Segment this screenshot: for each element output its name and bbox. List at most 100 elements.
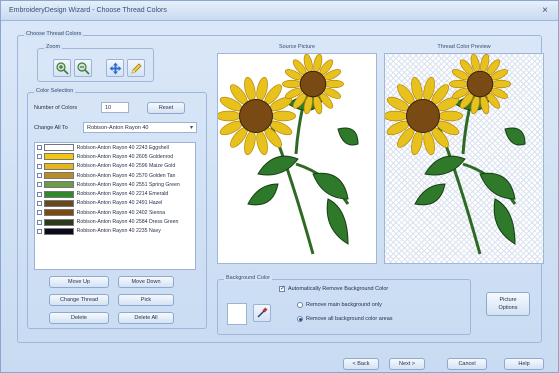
thread-row[interactable]: Robison-Anton Rayon 40 2243 Eggshell (35, 143, 195, 152)
thread-row[interactable]: Robison-Anton Rayon 40 2551 Spring Green (35, 180, 195, 189)
petal-shape (449, 79, 469, 89)
picture-options-button[interactable]: Picture Options (486, 292, 530, 316)
leaf-shape (493, 198, 516, 245)
chevron-down-icon[interactable]: ▾ (190, 124, 193, 131)
close-icon[interactable]: × (542, 5, 548, 16)
thread-checkbox[interactable] (37, 173, 42, 179)
thread-swatch (43, 153, 74, 161)
zoom-out-button[interactable] (74, 59, 92, 77)
thread-name: Robison-Anton Rayon 40 2402 Sienna (76, 209, 166, 216)
thread-checkbox[interactable] (37, 191, 42, 197)
thread-checkbox[interactable] (37, 163, 42, 169)
eyedropper-button[interactable] (253, 304, 271, 322)
thread-name: Robison-Anton Rayon 40 2551 Spring Green (76, 181, 180, 188)
change-all-to-value: Robison-Anton Rayon 40 (87, 125, 149, 131)
petal-shape (438, 110, 463, 122)
flower-center (406, 99, 440, 133)
thread-checkbox[interactable] (37, 182, 42, 188)
thread-list[interactable]: Robison-Anton Rayon 40 2243 Eggshell Robi… (34, 142, 196, 270)
title-bar: EmbroideryDesign Wizard - Choose Thread … (1, 1, 558, 21)
petal-shape (271, 110, 296, 122)
thread-name: Robison-Anton Rayon 40 2596 Maize Gold (76, 163, 176, 170)
radio-icon (297, 302, 303, 308)
thread-swatch (43, 209, 74, 217)
delete-all-button[interactable]: Delete All (118, 312, 174, 324)
thread-name: Robison-Anton Rayon 40 2235 Navy (76, 228, 161, 235)
auto-remove-checkbox[interactable]: ✓ Automatically Remove Background Color (279, 286, 388, 292)
thread-row[interactable]: Robison-Anton Rayon 40 2402 Sienna (35, 208, 195, 217)
picture-options-label-2: Options (498, 305, 518, 311)
delete-button[interactable]: Delete (49, 312, 109, 324)
pencil-button[interactable] (127, 59, 145, 77)
color-selection-label: Color Selection (34, 88, 76, 94)
reset-button[interactable]: Reset (147, 102, 185, 114)
zoom-group: Zoom (37, 44, 154, 82)
pick-button[interactable]: Pick (118, 294, 174, 306)
thread-swatch (43, 199, 74, 207)
wizard-window: EmbroideryDesign Wizard - Choose Thread … (0, 0, 559, 373)
change-thread-button[interactable]: Change Thread (49, 294, 109, 306)
leaf-shape (326, 198, 349, 245)
thread-swatch (43, 144, 74, 152)
move-up-button[interactable]: Move Up (49, 276, 109, 288)
change-all-to-dropdown[interactable]: Robison-Anton Rayon 40 ▾ (83, 122, 197, 133)
remove-main-radio[interactable]: Remove main background only (297, 302, 382, 308)
zoom-out-icon (76, 61, 90, 75)
leaf-shape (504, 127, 526, 146)
change-all-to-label: Change All To (34, 125, 68, 131)
back-button[interactable]: < Back (343, 358, 379, 370)
thread-name: Robison-Anton Rayon 40 2491 Hazel (76, 200, 163, 207)
source-picture-title: Source Picture (278, 44, 316, 50)
zoom-label: Zoom (44, 44, 63, 50)
thread-name: Robison-Anton Rayon 40 2570 Golden Tan (76, 172, 176, 179)
background-color-label: Background Color (224, 275, 273, 281)
number-of-colors-field[interactable]: 10 (101, 102, 129, 113)
move-down-button[interactable]: Move Down (118, 276, 174, 288)
flower-center (239, 99, 273, 133)
petal-shape (491, 79, 511, 89)
remove-main-label: Remove main background only (306, 302, 382, 308)
zoom-in-icon (55, 61, 69, 75)
thread-name: Robison-Anton Rayon 40 2243 Eggshell (76, 144, 169, 151)
auto-remove-check-icon: ✓ (279, 286, 286, 292)
thread-swatch (43, 181, 74, 189)
thread-checkbox[interactable] (37, 145, 42, 151)
remove-all-radio[interactable]: Remove all background color areas (297, 316, 393, 322)
thread-row[interactable]: Robison-Anton Rayon 40 2570 Golden Tan (35, 171, 195, 180)
next-button[interactable]: Next > (389, 358, 425, 370)
thread-row[interactable]: Robison-Anton Rayon 40 2605 Goldenrod (35, 152, 195, 161)
zoom-in-button[interactable] (53, 59, 71, 77)
auto-remove-label: Automatically Remove Background Color (288, 286, 389, 292)
leaf-shape (247, 183, 279, 206)
thread-row[interactable]: Robison-Anton Rayon 40 2235 Navy (35, 227, 195, 236)
petal-shape (282, 79, 302, 89)
pan-icon (109, 62, 121, 74)
petal-shape (218, 110, 241, 122)
thread-checkbox[interactable] (37, 200, 42, 206)
pencil-icon (130, 62, 142, 74)
thread-preview-panel[interactable] (384, 53, 544, 264)
thread-preview-image (385, 54, 526, 255)
thread-checkbox[interactable] (37, 154, 42, 160)
thread-checkbox[interactable] (37, 210, 42, 216)
leaf-shape (312, 172, 349, 200)
cancel-button[interactable]: Cancel (447, 358, 487, 370)
thread-row[interactable]: Robison-Anton Rayon 40 2214 Emerald (35, 189, 195, 198)
picture-options-label-1: Picture (499, 297, 517, 303)
thread-row[interactable]: Robison-Anton Rayon 40 2584 Dress Green (35, 217, 195, 226)
thread-name: Robison-Anton Rayon 40 2214 Emerald (76, 191, 169, 198)
pan-button[interactable] (106, 59, 124, 77)
thread-swatch (43, 190, 74, 198)
petal-shape (385, 110, 408, 122)
background-color-swatch[interactable] (227, 303, 247, 325)
thread-checkbox[interactable] (37, 228, 42, 234)
radio-selected-icon (297, 316, 303, 322)
leaf-shape (424, 155, 466, 176)
thread-checkbox[interactable] (37, 219, 42, 225)
flower-center (299, 70, 327, 98)
thread-row[interactable]: Robison-Anton Rayon 40 2491 Hazel (35, 199, 195, 208)
leaf-shape (414, 183, 446, 206)
help-button[interactable]: Help (504, 358, 544, 370)
thread-row[interactable]: Robison-Anton Rayon 40 2596 Maize Gold (35, 162, 195, 171)
source-picture-panel[interactable] (217, 53, 377, 264)
